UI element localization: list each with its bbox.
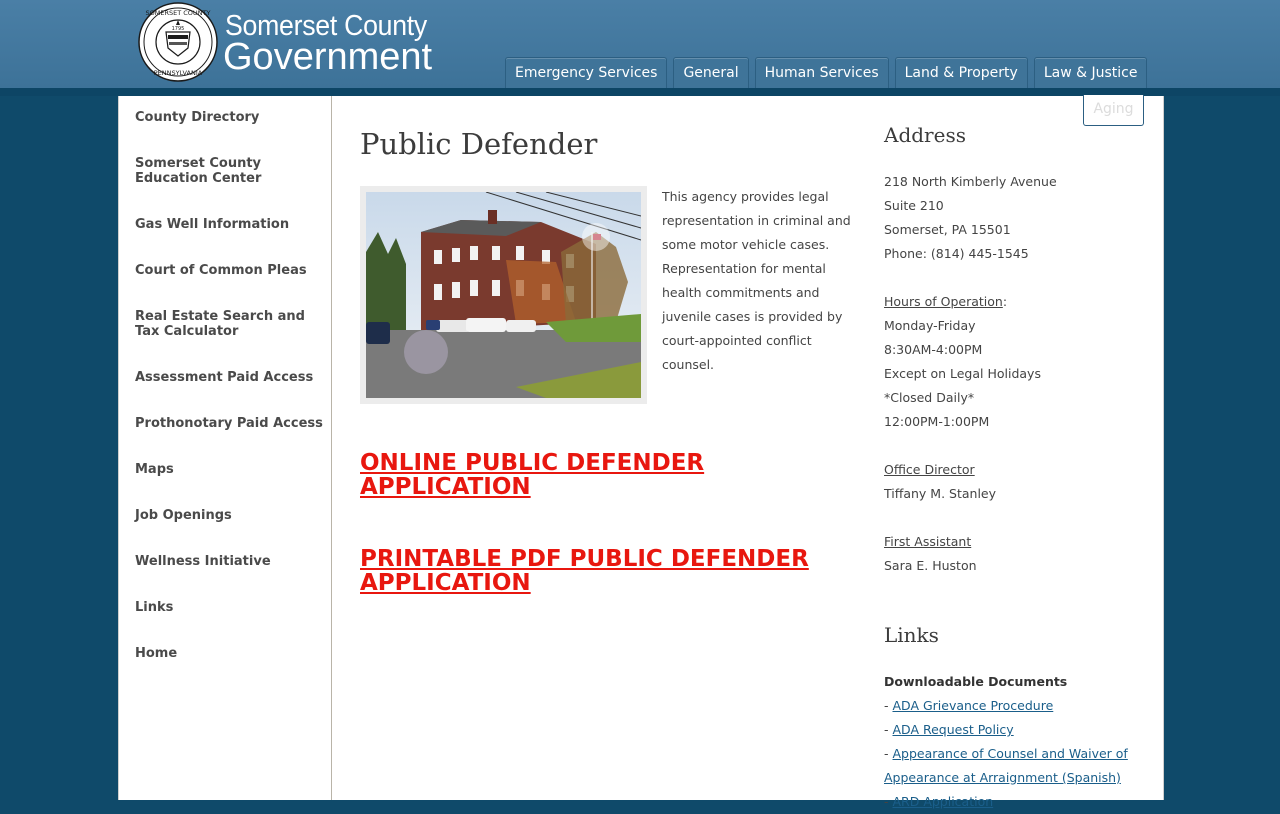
appearance-of-counsel-link[interactable]: Appearance of Counsel and Waiver of bbox=[892, 746, 1127, 761]
hours-label: Hours of Operation bbox=[884, 294, 1003, 309]
sidebar-item-prothonotary-paid-access[interactable]: Prothonotary Paid Access bbox=[135, 416, 325, 431]
page-content: Aging County Directory Somerset County E… bbox=[118, 95, 1164, 809]
hours-closed-daily: *Closed Daily* bbox=[884, 390, 975, 405]
sidebar-item-education-center[interactable]: Somerset County Education Center bbox=[135, 156, 325, 186]
page-title: Public Defender bbox=[360, 127, 598, 161]
online-application-link[interactable]: ONLINE PUBLIC DEFENDER APPLICATION bbox=[360, 451, 860, 499]
sidebar-item-home[interactable]: Home bbox=[135, 646, 325, 661]
downloadable-documents-label: Downloadable Documents bbox=[884, 674, 1068, 689]
nav-tab-emergency-services[interactable]: Emergency Services bbox=[505, 57, 668, 88]
nav-tab-land-property[interactable]: Land & Property bbox=[894, 57, 1028, 88]
ard-application-link[interactable]: ARD Application bbox=[892, 794, 993, 809]
nav-tab-human-services[interactable]: Human Services bbox=[754, 57, 889, 88]
address-street: 218 North Kimberly Avenue bbox=[884, 174, 1057, 189]
sidebar-item-links[interactable]: Links bbox=[135, 600, 325, 615]
nav-tab-general[interactable]: General bbox=[673, 57, 749, 88]
sidebar-item-wellness-initiative[interactable]: Wellness Initiative bbox=[135, 554, 325, 569]
doc-row: - ARD Application bbox=[884, 790, 1144, 814]
sidebar-item-maps[interactable]: Maps bbox=[135, 462, 325, 477]
site-title-line2[interactable]: Government bbox=[223, 35, 432, 79]
address-heading: Address bbox=[884, 123, 966, 147]
ada-request-policy-link[interactable]: ADA Request Policy bbox=[892, 722, 1013, 737]
sidebar-item-court-of-common-pleas[interactable]: Court of Common Pleas bbox=[135, 263, 325, 278]
seal-year-text: 1795 bbox=[172, 26, 185, 32]
address-phone: Phone: (814) 445-1545 bbox=[884, 246, 1029, 261]
top-navigation: Emergency Services General Human Service… bbox=[505, 57, 1148, 88]
ada-grievance-procedure-link[interactable]: ADA Grievance Procedure bbox=[892, 698, 1053, 713]
director-name: Tiffany M. Stanley bbox=[884, 486, 996, 501]
printable-pdf-application-link[interactable]: PRINTABLE PDF PUBLIC DEFENDER APPLICATIO… bbox=[360, 547, 860, 595]
hours-holidays: Except on Legal Holidays bbox=[884, 366, 1041, 381]
hours-days: Monday-Friday bbox=[884, 318, 976, 333]
director-label: Office Director bbox=[884, 462, 975, 477]
seal-top-text: SOMERSET COUNTY bbox=[146, 9, 211, 17]
hours-time: 8:30AM-4:00PM bbox=[884, 342, 983, 357]
office-building-photo bbox=[366, 192, 641, 398]
links-heading: Links bbox=[884, 623, 939, 647]
sidebar-item-real-estate-search[interactable]: Real Estate Search and Tax Calculator bbox=[135, 309, 325, 339]
sidebar-nav: County Directory Somerset County Educati… bbox=[119, 96, 332, 800]
office-photo-frame bbox=[360, 186, 647, 404]
seal-bottom-text: PENNSYLVANIA bbox=[154, 69, 203, 77]
hours-lunch: 12:00PM-1:00PM bbox=[884, 414, 990, 429]
sidebar-item-gas-well-information[interactable]: Gas Well Information bbox=[135, 217, 325, 232]
appearance-of-counsel-link-continued[interactable]: Appearance at Arraignment (Spanish) bbox=[884, 770, 1121, 785]
doc-row: - Appearance of Counsel and Waiver of bbox=[884, 742, 1144, 766]
address-suite: Suite 210 bbox=[884, 198, 944, 213]
nav-tab-aging[interactable]: Aging bbox=[1083, 95, 1144, 126]
doc-row: - ADA Request Policy bbox=[884, 718, 1144, 742]
doc-row: - ADA Grievance Procedure bbox=[884, 694, 1144, 718]
hours-colon: : bbox=[1002, 294, 1008, 309]
assistant-label: First Assistant bbox=[884, 534, 972, 549]
intro-text: This agency provides legal representatio… bbox=[662, 189, 851, 372]
assistant-name: Sara E. Huston bbox=[884, 558, 977, 573]
sidebar-item-assessment-paid-access[interactable]: Assessment Paid Access bbox=[135, 370, 325, 385]
doc-row-continued: Appearance at Arraignment (Spanish) bbox=[884, 766, 1144, 790]
nav-tab-law-justice[interactable]: Law & Justice bbox=[1033, 57, 1148, 88]
county-seal-logo[interactable]: SOMERSET COUNTY PENNSYLVANIA 1795 bbox=[138, 2, 218, 82]
hours-label-row: Hours of Operation: bbox=[884, 290, 1144, 314]
site-header: SOMERSET COUNTY PENNSYLVANIA 1795 Somers… bbox=[0, 0, 1280, 88]
sidebar-item-county-directory[interactable]: County Directory bbox=[135, 110, 325, 125]
sidebar-item-job-openings[interactable]: Job Openings bbox=[135, 508, 325, 523]
address-city: Somerset, PA 15501 bbox=[884, 222, 1011, 237]
